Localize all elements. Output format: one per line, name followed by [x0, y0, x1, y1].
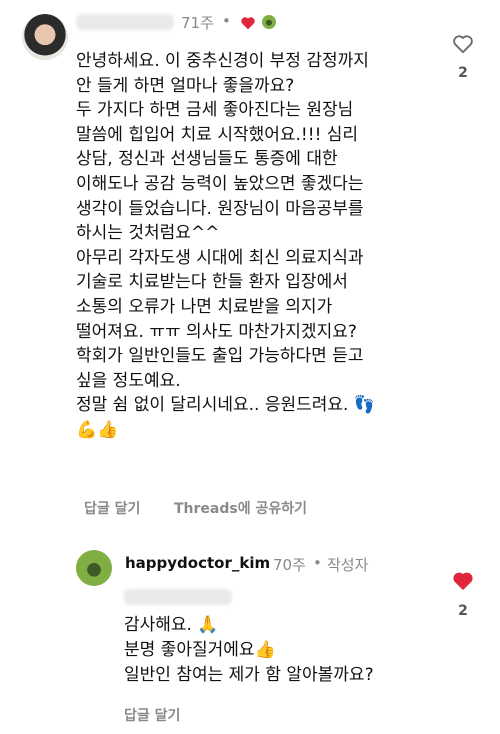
reply-username[interactable]: happydoctor_kim	[125, 554, 270, 572]
mention-redacted[interactable]	[124, 589, 232, 605]
comment-body: 안녕하세요. 이 중추신경이 부정 감정까지 안 들게 하면 얼마나 좋을까요?…	[76, 49, 456, 443]
comment-line: 아무리 각자도생 시대에 최신 의료지식과	[76, 247, 364, 268]
author-liked-heart-icon	[240, 15, 256, 30]
author-mini-avatar	[262, 15, 276, 29]
comment-line: 기술로 치료받는다 한들 환자 입장에서	[76, 272, 348, 293]
reply-button[interactable]: 답글 달기	[84, 498, 140, 518]
reply-line: 분명 좋아질거에요👍	[124, 640, 276, 660]
comment-line: 정말 쉼 없이 달리시네요.. 응원드려요. 👣	[76, 395, 375, 416]
comment-line: 두 가지다 하면 금세 좋아진다는 원장님	[76, 100, 354, 121]
reply-line: 일반인 참여는 제가 함 알아볼까요?	[124, 665, 374, 685]
comment-time: 71주	[181, 14, 214, 32]
commenter-username-redacted[interactable]	[76, 14, 174, 30]
comment-line: 이해도나 공감 능력이 높았으면 좋겠다는	[76, 173, 364, 194]
author-avatar[interactable]	[76, 550, 112, 586]
liked-heart-icon[interactable]	[452, 571, 474, 591]
comment-line: 싶을 정도예요.	[76, 370, 181, 391]
author-label: 작성자	[327, 556, 369, 574]
comment-line: 안 들게 하면 얼마나 좋을까요?	[76, 75, 295, 96]
comment-line: 상담, 정신과 선생님들도 통증에 대한	[76, 149, 338, 170]
comment-line: 💪👍	[76, 419, 119, 440]
comment-line: 소통의 오류가 나면 치료받을 의지가	[76, 296, 333, 317]
meta-separator: •	[222, 12, 231, 30]
share-threads-button[interactable]: Threads에 공유하기	[174, 498, 307, 518]
comment-line: 하시는 것처럼요^^	[76, 223, 220, 244]
comment-line: 말씀에 힙입어 치료 시작했어요.!!! 심리	[76, 124, 359, 145]
reply-line: 감사해요. 🙏	[124, 615, 219, 635]
like-count: 2	[458, 603, 468, 619]
comment-line: 생각이 들었습니다. 원장님이 마음공부를	[76, 198, 364, 219]
reply-time: 70주	[273, 556, 306, 574]
comment-line: 떨어져요. ㅠㅠ 의사도 마찬가지겠지요?	[76, 321, 357, 342]
comment-line: 학회가 일반인들도 출입 가능하다면 듣고	[76, 346, 364, 367]
meta-separator: •	[313, 554, 322, 572]
like-heart-icon[interactable]	[452, 34, 474, 54]
comment-line: 안녕하세요. 이 중추신경이 부정 감정까지	[76, 51, 369, 71]
like-count: 2	[458, 65, 468, 81]
reply-body: 감사해요. 🙏 분명 좋아질거에요👍 일반인 참여는 제가 함 알아볼까요?	[124, 613, 444, 688]
commenter-avatar[interactable]	[22, 14, 68, 60]
reply-button[interactable]: 답글 달기	[124, 705, 180, 725]
